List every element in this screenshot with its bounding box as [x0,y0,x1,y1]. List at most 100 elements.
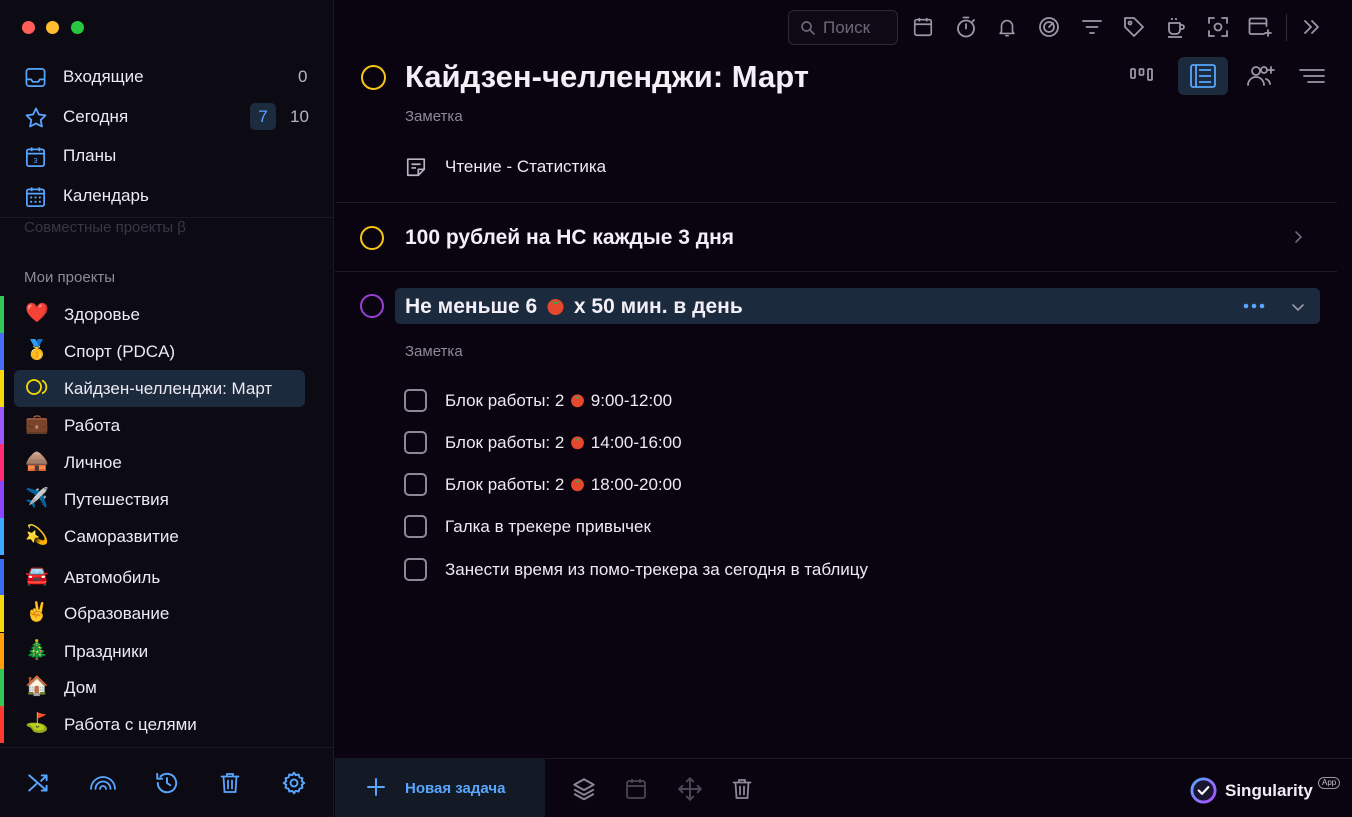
more-options-icon[interactable] [1241,298,1267,314]
list-view-button[interactable] [1178,57,1228,95]
house-icon: 🏠 [25,676,49,697]
note-label[interactable]: Заметка [405,343,463,360]
nav-today-label: Сегодня [63,107,129,126]
project-personal[interactable]: 🛖 Личное [0,444,334,481]
checklist-item[interactable]: Галка в трекере привычек [404,515,744,539]
chevron-right-icon[interactable] [1290,227,1306,247]
today-total-count: 10 [290,107,309,126]
golf-flag-icon: ⛳ [25,713,49,734]
project-car[interactable]: 🚘 Автомобиль [0,559,334,596]
settings-icon[interactable] [281,770,307,796]
minimize-window-button[interactable] [46,21,59,34]
move-icon[interactable] [677,776,703,802]
screenshot-icon[interactable] [1206,15,1230,39]
task-priority-circle[interactable] [360,294,384,318]
add-window-icon[interactable] [1247,15,1272,39]
project-label: Путешествия [64,490,169,509]
search-input[interactable] [823,17,895,39]
tomato-icon [569,476,586,492]
app-badge: App [1318,777,1341,789]
project-label: Здоровье [64,305,140,324]
close-window-button[interactable] [22,21,35,34]
victory-hand-icon: ✌️ [25,602,49,623]
project-self-development[interactable]: 💫 Саморазвитие [0,518,334,555]
rainbow-icon[interactable] [89,770,116,796]
history-icon[interactable] [154,770,180,796]
kanban-view-icon[interactable] [1124,58,1160,94]
focus-icon[interactable] [1037,15,1061,39]
zoom-window-button[interactable] [71,21,84,34]
my-projects-label[interactable]: Мои проекты [24,269,115,286]
heart-icon: ❤️ [25,303,49,324]
task-divider [335,202,1337,203]
checkbox[interactable] [404,558,427,581]
project-home[interactable]: 🏠 Дом [0,669,334,706]
task-priority-circle[interactable] [360,226,384,250]
trash-icon[interactable] [218,770,244,796]
project-color-stripe [0,706,4,743]
delete-icon[interactable] [730,776,756,802]
add-people-icon[interactable] [1242,58,1278,94]
nav-calendar-label: Календарь [63,186,149,205]
project-label: Автомобиль [64,568,161,587]
sort-icon[interactable] [1294,58,1330,94]
today-badge: 7 [250,103,276,130]
coffee-icon[interactable] [1164,15,1188,39]
nav-inbox[interactable]: Входящие 0 [0,59,334,95]
checklist-item-text: Блок работы: 2 14:00-16:00 [445,433,682,452]
project-health[interactable]: ❤️ Здоровье [0,296,334,333]
project-color-stripe [0,444,4,481]
project-travel[interactable]: ✈️ Путешествия [0,481,334,518]
project-label: Образование [64,604,170,623]
dizzy-star-icon: 💫 [25,525,49,546]
task-title[interactable]: Кайдзен-челленджи: Март [405,58,809,96]
checklist-item-text: Занести время из помо-трекера за сегодня… [445,560,869,579]
checklist-item[interactable]: Блок работы: 2 9:00-12:00 [404,389,744,413]
calendar-disabled-icon[interactable] [624,776,650,802]
task-priority-circle[interactable] [361,65,386,90]
project-goals[interactable]: ⛳ Работа с целями [0,706,334,743]
checklist-item[interactable]: Блок работы: 2 14:00-16:00 [404,431,744,455]
chevron-down-icon[interactable] [1289,298,1307,316]
task-title[interactable]: 100 рублей на НС каждые 3 дня [405,225,734,250]
nav-inbox-label: Входящие [63,67,144,86]
checkbox[interactable] [404,515,427,538]
project-kaizen[interactable]: Кайдзен-челленджи: Март [0,370,334,407]
nav-today[interactable]: Сегодня 10 [0,99,334,135]
project-label: Спорт (PDCA) [64,342,176,361]
collapse-icon[interactable] [1300,15,1324,39]
checklist-item-text: Блок работы: 2 18:00-20:00 [445,475,682,494]
bell-icon[interactable] [996,15,1020,39]
checkbox[interactable] [404,431,427,454]
tag-icon[interactable] [1122,15,1146,39]
plus-icon [365,776,387,798]
search-box[interactable] [788,10,898,45]
checklist-item[interactable]: Занести время из помо-трекера за сегодня… [404,558,944,582]
task-title[interactable]: Не меньше 6 х 50 мин. в день [405,294,743,319]
project-color-stripe [0,370,4,407]
calendar-icon[interactable] [912,15,936,39]
filter-icon[interactable] [1080,15,1104,39]
timer-icon[interactable] [954,15,978,39]
christmas-tree-icon: 🎄 [25,640,49,661]
project-work[interactable]: 💼 Работа [0,407,334,444]
project-education[interactable]: ✌️ Образование [0,595,334,632]
subtask-note-link[interactable]: Чтение - Статистика [445,157,606,177]
layers-icon[interactable] [571,776,597,802]
task-title-suffix: х 50 мин. в день [573,295,743,318]
project-sport[interactable]: 🥇 Спорт (PDCA) [0,333,334,370]
project-holidays[interactable]: 🎄 Праздники [0,633,334,670]
shuffle-icon[interactable] [26,770,52,796]
checkbox[interactable] [404,389,427,412]
star-icon [24,106,47,129]
briefcase-icon: 💼 [25,414,49,435]
nav-calendar[interactable]: Календарь [0,178,334,214]
checklist-item[interactable]: Блок работы: 2 18:00-20:00 [404,473,744,497]
nav-plans[interactable]: 3 Планы [0,138,334,174]
note-label[interactable]: Заметка [405,108,463,125]
shared-projects-label[interactable]: Совместные проекты β [24,219,194,236]
project-label: Работа с целями [64,715,197,734]
project-label: Дом [64,678,97,697]
checkbox[interactable] [404,473,427,496]
new-task-button[interactable]: Новая задача [335,759,545,817]
